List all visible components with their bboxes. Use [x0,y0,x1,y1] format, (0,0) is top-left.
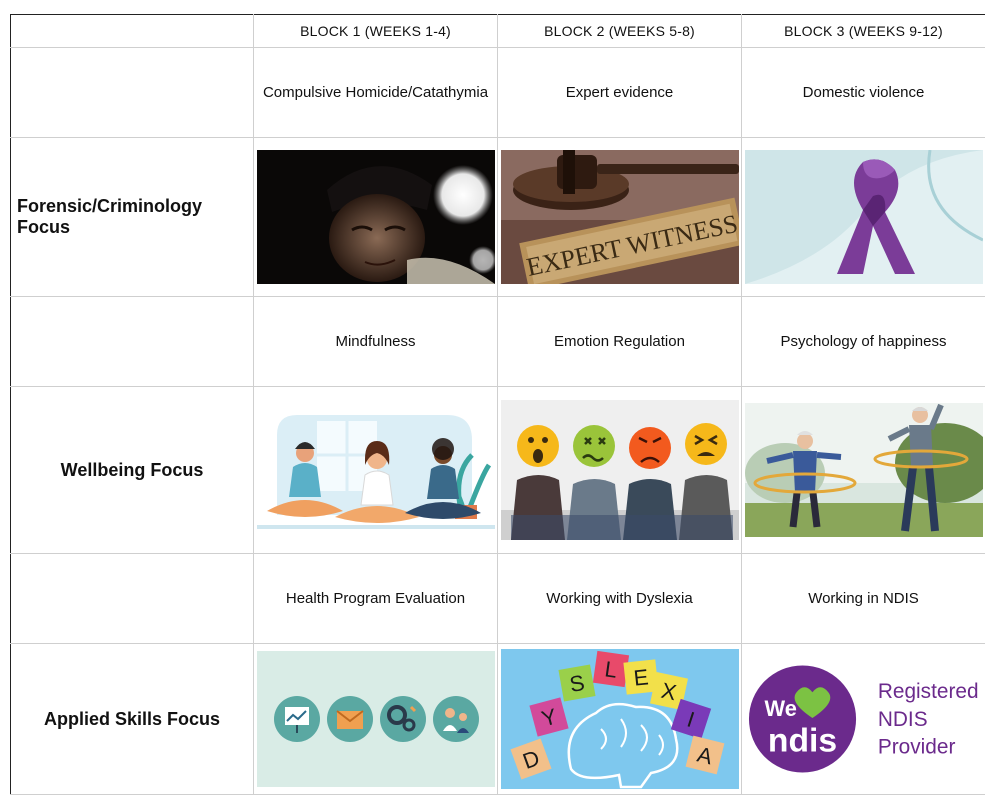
topic-happiness: Psychology of happiness [741,296,985,387]
emoji-faces-image [500,400,739,540]
applied-focus-label: Applied Skills Focus [10,643,254,795]
evaluation-icons-image [256,651,495,787]
header-block-2: BLOCK 2 (WEEKS 5-8) [497,14,742,48]
topic-domestic-violence: Domestic violence [741,47,985,138]
header-block-3: BLOCK 3 (WEEKS 9-12) [741,14,985,48]
emotion-regulation-image-cell [497,386,742,554]
happiness-image-cell [741,386,985,554]
applied-image-row: Applied Skills Focus D Y S L E X I A We … [10,643,985,795]
wellbeing-image-row: Wellbeing Focus [10,386,985,554]
topic-dyslexia: Working with Dyslexia [497,553,742,644]
ndis-registered-provider-logo: We ndis Registered NDIS Provider [744,664,983,774]
topic-program-evaluation: Health Program Evaluation [253,553,498,644]
forensic-image-row: Forensic/Criminology Focus EXPERT WITNES… [10,137,985,297]
header-block-1: BLOCK 1 (WEEKS 1-4) [253,14,498,48]
schedule-table: BLOCK 1 (WEEKS 1-4) BLOCK 2 (WEEKS 5-8) … [10,14,985,795]
program-evaluation-image-cell [253,643,498,795]
mindfulness-image-cell [253,386,498,554]
seniors-hula-hoop-image [744,403,983,537]
forensic-topic-blank [10,47,254,138]
wellbeing-focus-label: Wellbeing Focus [10,386,254,554]
topic-catathymia: Compulsive Homicide/Catathymia [253,47,498,138]
meditation-illustration-image [256,405,495,535]
forensic-focus-label: Forensic/Criminology Focus [10,137,254,297]
dyslexia-image-cell: D Y S L E X I A [497,643,742,795]
ndis-image-cell: We ndis Registered NDIS Provider [741,643,985,795]
expert-evidence-image-cell: EXPERT WITNESS [497,137,742,297]
header-row: BLOCK 1 (WEEKS 1-4) BLOCK 2 (WEEKS 5-8) … [10,14,985,48]
ndis-caption-line-1: Registered [877,680,978,703]
purple-ribbon-image [744,150,983,284]
applied-topic-row: Health Program Evaluation Working with D… [10,553,985,644]
header-corner [10,14,254,48]
dyslexia-letter-e: E [632,664,649,690]
ndis-logo-word: ndis [767,722,836,760]
dyslexia-brain-letters-image: D Y S L E X I A [500,649,739,789]
forensic-topic-row: Compulsive Homicide/Catathymia Expert ev… [10,47,985,138]
ndis-caption-line-3: Provider [877,736,955,759]
clockwork-film-still-image [256,150,495,284]
ndis-logo-we: We [764,696,796,721]
topic-emotion-regulation: Emotion Regulation [497,296,742,387]
focus-grid: BLOCK 1 (WEEKS 1-4) BLOCK 2 (WEEKS 5-8) … [10,14,985,798]
topic-expert-evidence: Expert evidence [497,47,742,138]
applied-topic-blank [10,553,254,644]
topic-mindfulness: Mindfulness [253,296,498,387]
wellbeing-topic-row: Mindfulness Emotion Regulation Psycholog… [10,296,985,387]
topic-ndis: Working in NDIS [741,553,985,644]
wellbeing-topic-blank [10,296,254,387]
ndis-caption-line-2: NDIS [877,708,927,731]
gavel-expert-witness-image: EXPERT WITNESS [500,150,739,284]
domestic-violence-image-cell [741,137,985,297]
catathymia-image-cell [253,137,498,297]
